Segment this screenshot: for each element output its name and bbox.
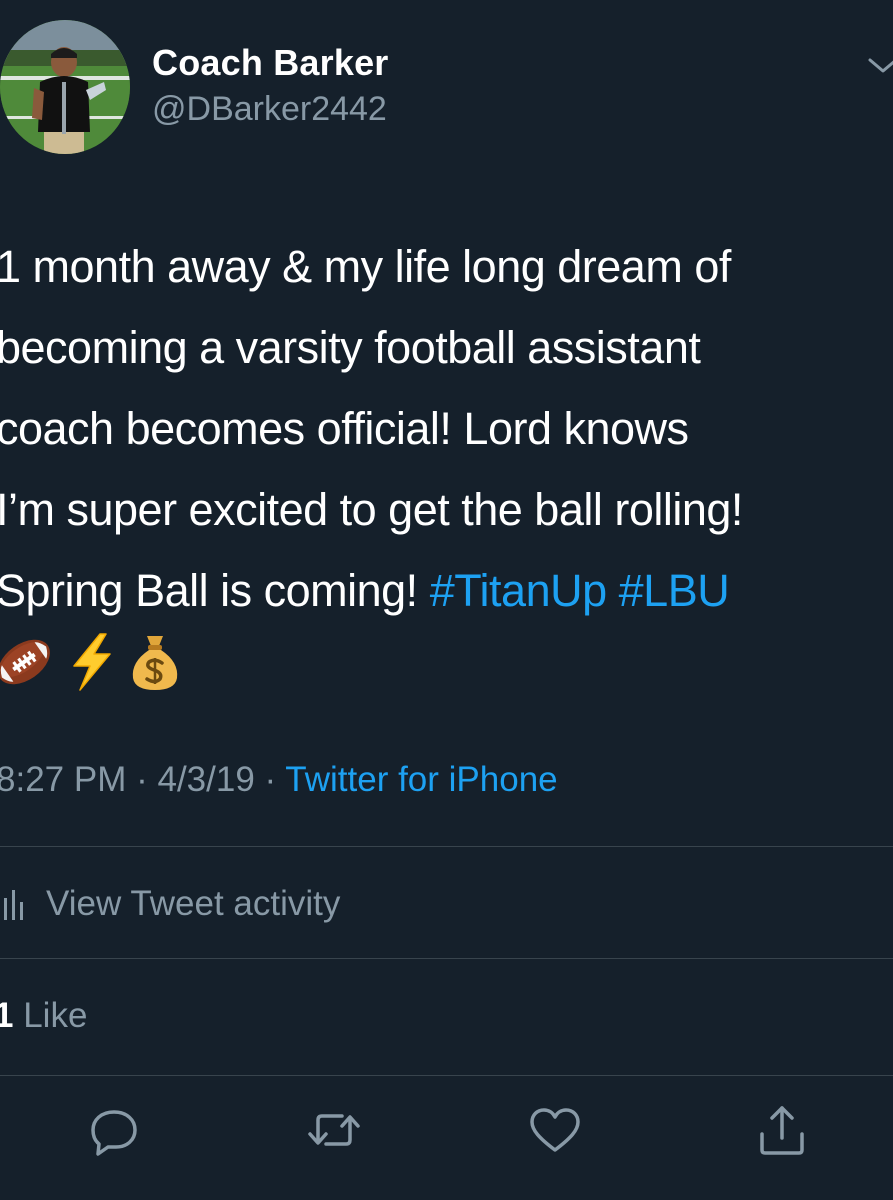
football-emoji-icon xyxy=(0,639,50,685)
tweet-text-line: 1 month away & my life long dream of xyxy=(0,241,731,292)
hashtag-link[interactable]: #LBU xyxy=(619,565,730,616)
divider xyxy=(0,1075,893,1076)
meta-separator: · xyxy=(264,760,277,799)
chevron-down-icon[interactable] xyxy=(868,54,893,76)
tweet-time: 8:27 PM xyxy=(0,760,127,799)
tweet-text-segment: Spring Ball is coming! xyxy=(0,565,430,616)
divider xyxy=(0,958,893,959)
tweet-detail-screen: Coach Barker @DBarker2442 1 month away &… xyxy=(0,0,893,1200)
author-name[interactable]: Coach Barker xyxy=(152,42,389,84)
divider xyxy=(0,846,893,847)
analytics-icon xyxy=(4,890,23,920)
tweet-meta: 8:27 PM · 4/3/19 · Twitter for iPhone xyxy=(0,760,558,800)
retweet-icon[interactable] xyxy=(304,1100,364,1160)
money-bag-emoji-icon xyxy=(132,636,178,690)
reply-icon[interactable] xyxy=(84,1100,144,1160)
tweet-source-link[interactable]: Twitter for iPhone xyxy=(285,760,557,799)
lightning-emoji-icon xyxy=(73,633,112,691)
like-count-label: Like xyxy=(23,996,88,1035)
tweet-text-line: I’m super excited to get the ball rollin… xyxy=(0,484,743,535)
view-activity-label: View Tweet activity xyxy=(46,884,341,923)
tweet-text-line: coach becomes official! Lord knows xyxy=(0,403,689,454)
meta-separator: · xyxy=(136,760,148,799)
like-count-number: 1 xyxy=(0,996,14,1035)
emoji-row xyxy=(0,632,189,696)
tweet-text-line: becoming a varsity football assistant xyxy=(0,322,701,373)
avatar-photo xyxy=(0,20,130,154)
likes-count[interactable]: 1 Like xyxy=(0,996,87,1036)
hashtag-space xyxy=(607,565,619,616)
like-icon[interactable] xyxy=(525,1100,585,1160)
view-activity-button[interactable]: View Tweet activity xyxy=(0,880,340,928)
tweet-text: 1 month away & my life long dream of bec… xyxy=(0,226,893,631)
tweet-text-line-last: Spring Ball is coming! #TitanUp #LBU xyxy=(0,550,893,631)
tweet-actions-bar xyxy=(0,1100,893,1160)
tweet-date: 4/3/19 xyxy=(157,760,255,799)
avatar[interactable] xyxy=(0,20,130,154)
author-handle[interactable]: @DBarker2442 xyxy=(152,90,387,129)
hashtag-link[interactable]: #TitanUp xyxy=(430,565,607,616)
share-icon[interactable] xyxy=(752,1100,812,1160)
